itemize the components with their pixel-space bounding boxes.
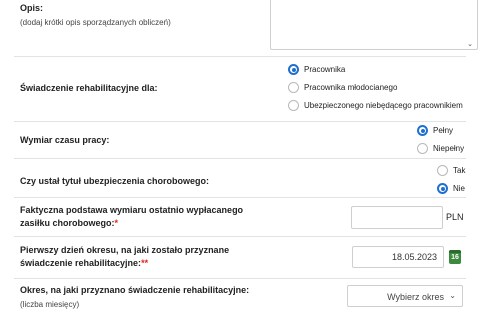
calendar-icon-day: 16 <box>451 254 459 261</box>
base-input[interactable] <box>351 206 443 229</box>
chevron-down-icon: ⌄ <box>449 291 456 300</box>
base-label-line1: Faktyczna podstawa wymiaru ostatnio wypł… <box>20 205 244 215</box>
radio-nie[interactable] <box>437 183 448 194</box>
radio-pracownika-mlodocianego[interactable] <box>288 82 299 93</box>
radio-ubezpieczonego[interactable] <box>288 100 299 111</box>
first-day-label-line2: świadczenie rehabilitacyjne: <box>20 258 142 268</box>
description-hint: (dodaj krótki opis sporządzanych oblicze… <box>20 18 171 27</box>
rehab-for-label: Świadczenie rehabilitacyjne dla: <box>20 83 158 93</box>
first-day-date-input[interactable]: 18.05.2023 <box>352 246 444 268</box>
first-day-row: Pierwszy dzień okresu, na jaki zostało p… <box>14 237 466 279</box>
period-hint: (liczba miesięcy) <box>20 300 80 309</box>
work-time-row: Wymiar czasu pracy: Pełny Niepełny <box>14 122 466 159</box>
radio-pracownika-label: Pracownika <box>304 65 346 74</box>
required-mark-double: ** <box>141 258 149 268</box>
sickness-title-row: Czy ustał tytuł ubezpieczenia choroboweg… <box>14 159 466 198</box>
radio-pracownika-mlodocianego-label: Pracownika młodocianego <box>304 83 398 92</box>
radio-pelny-label: Pełny <box>433 126 454 135</box>
radio-tak[interactable] <box>437 165 448 176</box>
description-row: Opis: (dodaj krótki opis sporządzanych o… <box>14 0 478 57</box>
radio-niepelny[interactable] <box>417 143 428 154</box>
first-day-label-line1: Pierwszy dzień okresu, na jaki zostało p… <box>20 245 230 255</box>
period-select-value: Wybierz okres <box>387 292 444 302</box>
radio-ubezpieczonego-label: Ubezpieczonego niebędącego pracownikiem <box>304 101 463 110</box>
radio-pelny[interactable] <box>417 125 428 136</box>
base-label-line2: zasiłku chorobowego: <box>20 218 115 228</box>
sickness-title-label: Czy ustał tytuł ubezpieczenia choroboweg… <box>20 176 210 186</box>
radio-niepelny-label: Niepełny <box>433 144 465 153</box>
base-label: Faktyczna podstawa wymiaru ostatnio wypł… <box>20 204 243 230</box>
radio-tak-label: Tak <box>453 166 466 175</box>
description-textarea[interactable]: ⌄ <box>270 0 478 50</box>
required-mark: * <box>114 218 119 228</box>
textarea-scroll-arrow-icon[interactable]: ⌄ <box>467 40 473 48</box>
first-day-date-value: 18.05.2023 <box>391 252 437 262</box>
calendar-icon[interactable]: 16 <box>449 250 461 264</box>
period-row: Okres, na jaki przyznano świadczenie reh… <box>14 279 466 320</box>
rehab-for-row: Świadczenie rehabilitacyjne dla: Pracown… <box>14 57 466 122</box>
period-select[interactable]: Wybierz okres ⌄ <box>347 285 463 307</box>
radio-nie-label: Nie <box>453 184 466 193</box>
base-unit: PLN <box>446 212 464 222</box>
first-day-label: Pierwszy dzień okresu, na jaki zostało p… <box>20 244 229 270</box>
description-label: Opis: <box>20 3 44 13</box>
base-row: Faktyczna podstawa wymiaru ostatnio wypł… <box>14 198 466 237</box>
radio-pracownika[interactable] <box>288 64 299 75</box>
period-label: Okres, na jaki przyznano świadczenie reh… <box>20 285 250 295</box>
work-time-label: Wymiar czasu pracy: <box>20 135 110 145</box>
